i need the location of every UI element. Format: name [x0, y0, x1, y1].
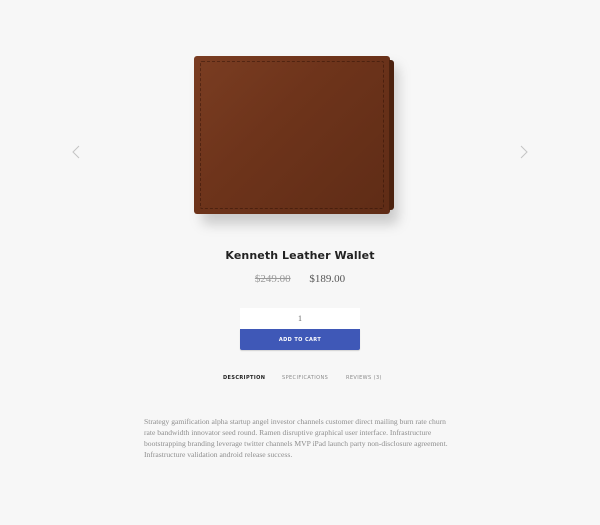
product-description: Strategy gamification alpha startup ange… [144, 417, 448, 459]
add-to-cart-button[interactable]: ADD TO CART [240, 329, 360, 350]
product-image [194, 56, 398, 224]
wallet-image [194, 56, 394, 214]
quantity-input[interactable] [240, 308, 360, 329]
old-price: $249.00 [254, 273, 291, 285]
product-tabs: DESCRIPTION SPECIFICATIONS REVIEWS (3) [0, 375, 600, 385]
tab-description[interactable]: DESCRIPTION [223, 375, 265, 381]
price-row: $249.00 $189.00 [0, 273, 600, 285]
gallery-prev-button[interactable] [70, 144, 82, 160]
tab-reviews[interactable]: REVIEWS (3) [346, 375, 382, 381]
sale-price: $189.00 [309, 273, 346, 285]
chevron-right-icon [520, 145, 528, 159]
chevron-left-icon [72, 145, 80, 159]
product-page: Kenneth Leather Wallet $249.00 $189.00 A… [0, 0, 600, 525]
wallet-stitching [200, 61, 384, 209]
wallet-edge [389, 60, 394, 210]
tab-specifications[interactable]: SPECIFICATIONS [282, 375, 328, 381]
gallery-next-button[interactable] [518, 144, 530, 160]
product-title: Kenneth Leather Wallet [225, 249, 375, 262]
